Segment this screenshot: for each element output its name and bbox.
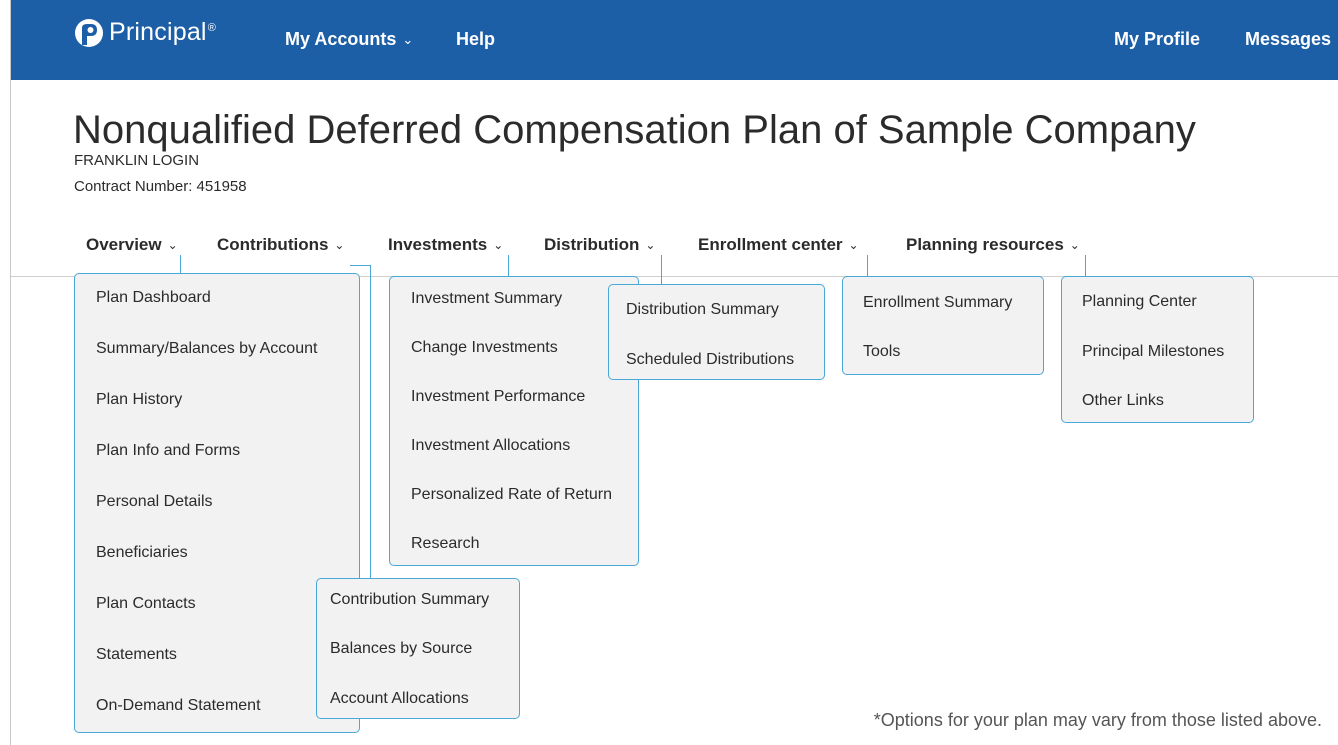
investments-dropdown: Investment Summary Change Investments In…: [389, 276, 639, 566]
tab-distribution[interactable]: Distribution ⌄: [544, 235, 655, 255]
planning-connector: [1085, 255, 1086, 276]
options-footnote: *Options for your plan may vary from tho…: [873, 710, 1322, 730]
page-title: Nonqualified Deferred Compensation Plan …: [73, 108, 1196, 152]
principal-logo-icon: [75, 18, 103, 47]
chevron-down-icon: ⌄: [848, 238, 859, 252]
tab-enrollment-center[interactable]: Enrollment center ⌄: [698, 235, 859, 255]
chevron-down-icon: ⌄: [645, 238, 656, 252]
menu-item-personal-details[interactable]: Personal Details: [96, 493, 213, 511]
chevron-down-icon: ⌄: [493, 238, 504, 252]
menu-item-planning-center[interactable]: Planning Center: [1082, 293, 1197, 311]
contributions-dropdown: Contribution Summary Balances by Source …: [316, 578, 520, 719]
menu-item-scheduled-distributions[interactable]: Scheduled Distributions: [626, 351, 794, 369]
tab-contributions[interactable]: Contributions ⌄: [217, 235, 344, 255]
contract-number: Contract Number: 451958: [74, 178, 247, 195]
menu-item-other-links[interactable]: Other Links: [1082, 392, 1164, 410]
menu-item-investment-allocations[interactable]: Investment Allocations: [411, 437, 570, 455]
page-left-border: [10, 0, 11, 745]
menu-item-tools[interactable]: Tools: [863, 343, 900, 361]
menu-item-statements[interactable]: Statements: [96, 646, 177, 664]
enrollment-dropdown: Enrollment Summary Tools: [842, 276, 1044, 375]
menu-item-summary-balances[interactable]: Summary/Balances by Account: [96, 340, 317, 358]
account-holder-name: FRANKLIN LOGIN: [74, 152, 200, 169]
chevron-down-icon: ⌄: [334, 238, 345, 252]
tab-overview[interactable]: Overview ⌄: [86, 235, 178, 255]
menu-item-on-demand-statement[interactable]: On-Demand Statement: [96, 697, 261, 715]
tab-investments[interactable]: Investments ⌄: [388, 235, 503, 255]
chevron-down-icon: ⌄: [1069, 238, 1080, 252]
brand-name: Principal®: [109, 18, 216, 46]
menu-item-investment-performance[interactable]: Investment Performance: [411, 388, 585, 406]
menu-item-personalized-rate-of-return[interactable]: Personalized Rate of Return: [411, 486, 612, 504]
menu-item-distribution-summary[interactable]: Distribution Summary: [626, 301, 779, 319]
nav-help[interactable]: Help: [456, 29, 495, 50]
planning-dropdown: Planning Center Principal Milestones Oth…: [1061, 276, 1254, 423]
chevron-down-icon: ⌄: [167, 238, 178, 252]
menu-item-balances-by-source[interactable]: Balances by Source: [330, 640, 472, 658]
distribution-connector: [661, 255, 662, 284]
menu-item-investment-summary[interactable]: Investment Summary: [411, 290, 562, 308]
menu-item-account-allocations[interactable]: Account Allocations: [330, 690, 469, 708]
nav-my-profile[interactable]: My Profile: [1114, 29, 1200, 50]
menu-item-beneficiaries[interactable]: Beneficiaries: [96, 544, 188, 562]
menu-item-plan-history[interactable]: Plan History: [96, 391, 182, 409]
enrollment-connector: [867, 255, 868, 276]
investments-connector: [508, 255, 509, 277]
overview-connector: [180, 255, 181, 273]
top-navigation-bar: Principal® My Accounts ⌄ Help My Profile …: [11, 0, 1338, 80]
menu-item-plan-contacts[interactable]: Plan Contacts: [96, 595, 196, 613]
chevron-down-icon: ⌄: [402, 32, 414, 47]
menu-item-plan-dashboard[interactable]: Plan Dashboard: [96, 289, 211, 307]
distribution-dropdown: Distribution Summary Scheduled Distribut…: [608, 284, 825, 380]
contributions-connector-v: [370, 265, 371, 578]
contributions-connector-h: [350, 265, 371, 266]
nav-my-accounts[interactable]: My Accounts ⌄: [285, 29, 413, 50]
menu-item-principal-milestones[interactable]: Principal Milestones: [1082, 343, 1224, 361]
nav-messages[interactable]: Messages: [1245, 29, 1331, 50]
tab-planning-resources[interactable]: Planning resources ⌄: [906, 235, 1080, 255]
menu-item-change-investments[interactable]: Change Investments: [411, 339, 558, 357]
principal-logo[interactable]: Principal®: [75, 18, 216, 47]
menu-item-research[interactable]: Research: [411, 535, 479, 553]
menu-item-enrollment-summary[interactable]: Enrollment Summary: [863, 294, 1012, 312]
menu-item-plan-info-forms[interactable]: Plan Info and Forms: [96, 442, 240, 460]
menu-item-contribution-summary[interactable]: Contribution Summary: [330, 591, 489, 609]
